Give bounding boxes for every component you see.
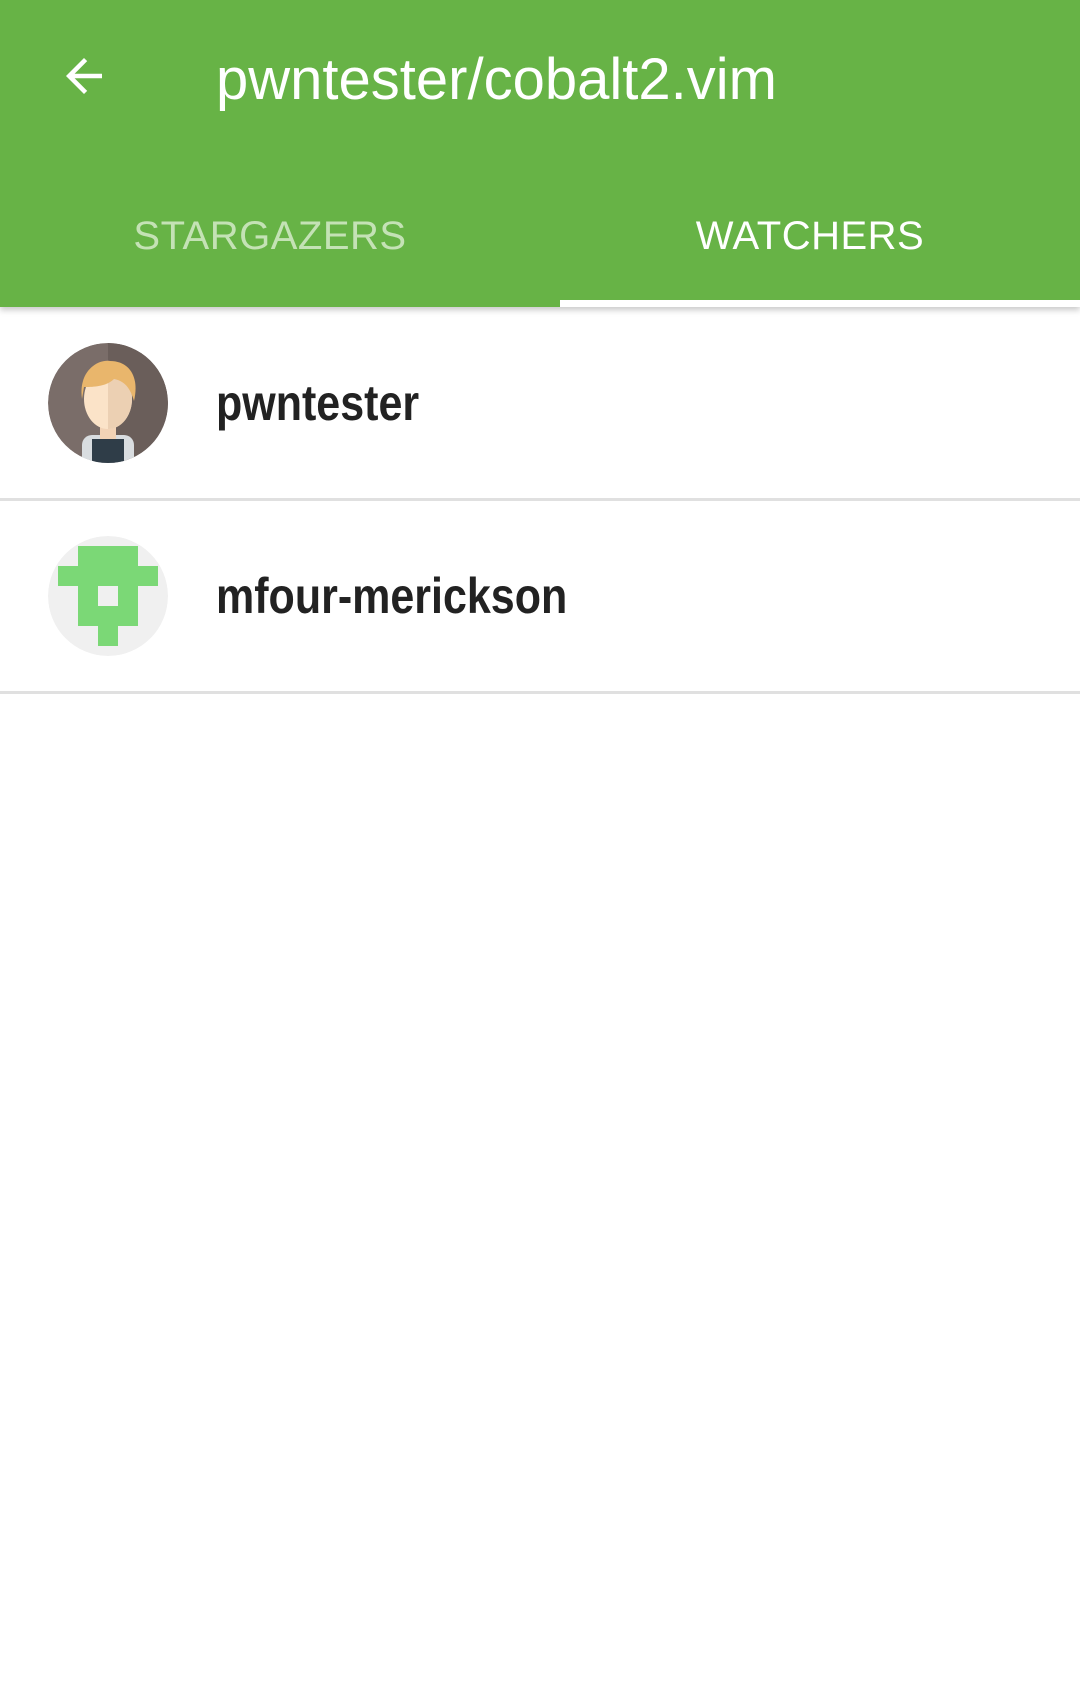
arrow-left-icon [57, 49, 111, 103]
back-button[interactable] [44, 36, 124, 116]
tab-watchers[interactable]: WATCHERS [540, 180, 1080, 307]
app-bar: pwntester/cobalt2.vim STARGAZERS WATCHER… [0, 0, 1080, 307]
list-item[interactable]: pwntester [0, 307, 1080, 501]
tab-bar: STARGAZERS WATCHERS [0, 180, 1080, 307]
list-item[interactable]: mfour-merickson [0, 501, 1080, 694]
page-title: pwntester/cobalt2.vim [216, 47, 777, 112]
active-tab-indicator [560, 300, 1080, 307]
username: pwntester [216, 374, 420, 431]
watchers-list: pwntester mfour-merickson [0, 307, 1080, 694]
tab-stargazers[interactable]: STARGAZERS [0, 180, 540, 307]
avatar [48, 536, 168, 656]
avatar [48, 343, 168, 463]
username: mfour-merickson [216, 568, 568, 624]
